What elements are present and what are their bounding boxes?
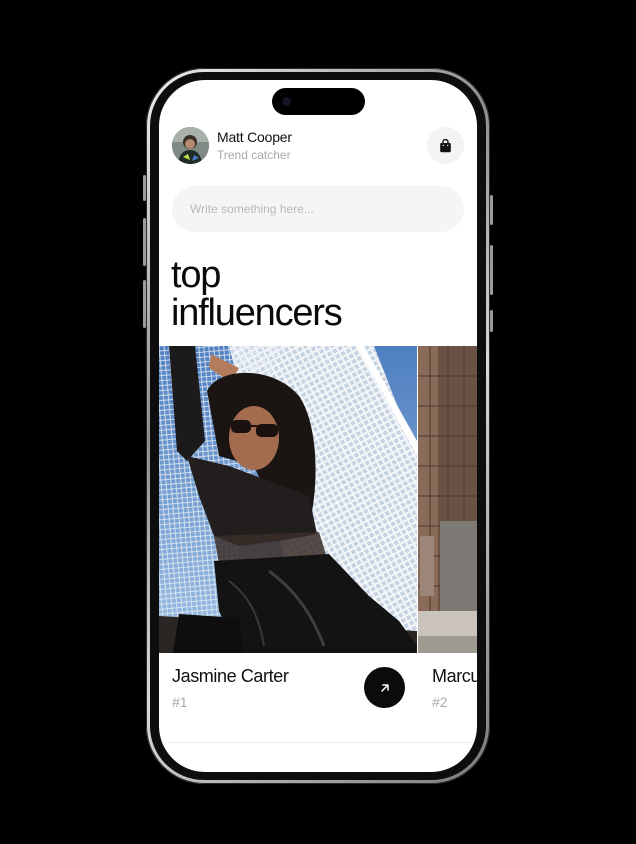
search-input[interactable]: [172, 186, 464, 232]
influencer-photo-1: [159, 346, 417, 653]
stage: Matt Cooper Trend catcher top influencer…: [0, 0, 636, 844]
user-role: Trend catcher: [217, 148, 291, 162]
volume-up-button: [143, 218, 146, 266]
volume-down-button: [143, 280, 146, 328]
influencer-2-name[interactable]: Marcu: [432, 666, 477, 687]
shopping-bag-icon: [440, 138, 451, 152]
open-profile-button[interactable]: [364, 667, 405, 708]
influencer-1-rank: #1: [172, 694, 188, 710]
side-button-bottom: [490, 310, 493, 332]
side-button-top: [490, 195, 493, 225]
avatar[interactable]: [172, 127, 209, 164]
influencer-card-2-photo[interactable]: [418, 346, 477, 653]
influencer-2-rank: #2: [432, 694, 448, 710]
front-camera: [282, 97, 291, 106]
action-button: [143, 175, 146, 201]
page-title-line-2: influencers: [171, 292, 343, 334]
user-name: Matt Cooper: [217, 129, 292, 145]
dynamic-island: [272, 88, 365, 115]
shopping-bag-button[interactable]: [427, 127, 464, 164]
bottom-divider: [159, 742, 477, 743]
influencer-photo-2: [418, 346, 477, 653]
arrow-up-right-icon: [380, 683, 389, 692]
page-title: top influencers: [171, 254, 343, 334]
power-button: [490, 245, 493, 295]
page-title-line-1: top: [171, 254, 221, 296]
avatar-image: [172, 127, 209, 164]
influencer-card-1-photo[interactable]: [159, 346, 417, 653]
influencer-1-name[interactable]: Jasmine Carter: [172, 666, 289, 687]
phone-screen: Matt Cooper Trend catcher top influencer…: [159, 80, 477, 772]
